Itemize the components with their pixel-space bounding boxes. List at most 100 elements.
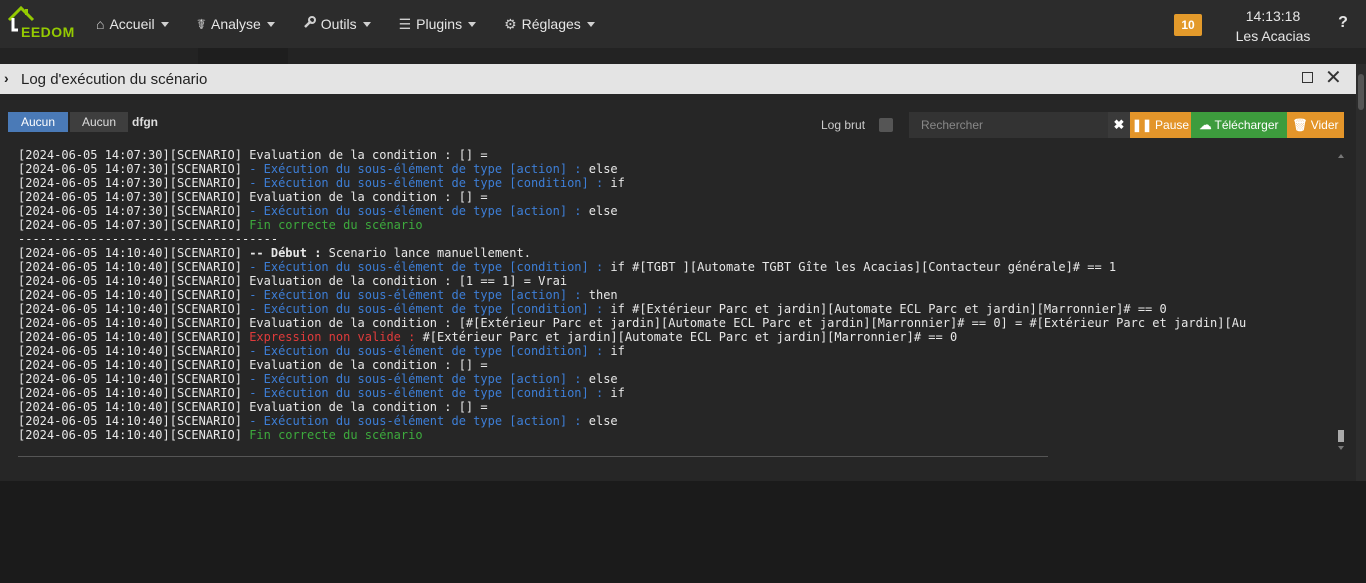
scroll-up-icon[interactable] bbox=[1338, 154, 1344, 158]
log-line: [2024-06-05 14:07:30][SCENARIO] Evaluati… bbox=[18, 190, 1340, 204]
scroll-down-icon[interactable] bbox=[1338, 446, 1344, 450]
menu-outils[interactable]: Outils bbox=[303, 16, 371, 32]
log-segment: - Exécution du sous-élément de type [act… bbox=[249, 372, 582, 386]
log-segment: Expression non valide : bbox=[249, 330, 416, 344]
log-segment: Fin correcte du scénario bbox=[249, 428, 423, 442]
log-line: [2024-06-05 14:07:30][SCENARIO] - Exécut… bbox=[18, 162, 1340, 176]
log-segment: [2024-06-05 14:10:40][SCENARIO] Evaluati… bbox=[18, 400, 488, 414]
menu-accueil[interactable]: ⌂ Accueil bbox=[96, 16, 169, 32]
log-line: [2024-06-05 14:10:40][SCENARIO] - Exécut… bbox=[18, 386, 1340, 400]
log-line: [2024-06-05 14:10:40][SCENARIO] - Exécut… bbox=[18, 414, 1340, 428]
chevron-down-icon bbox=[160, 21, 169, 27]
menu-reglages[interactable]: ⚙ Réglages bbox=[504, 16, 595, 33]
page-scroll-thumb[interactable] bbox=[1358, 74, 1364, 110]
log-segment: [2024-06-05 14:10:40][SCENARIO] bbox=[18, 344, 250, 358]
menu-label: Réglages bbox=[521, 16, 581, 32]
search-input[interactable] bbox=[909, 112, 1108, 138]
log-line: [2024-06-05 14:10:40][SCENARIO] Evaluati… bbox=[18, 358, 1340, 372]
chevron-down-icon bbox=[468, 21, 477, 27]
menu-label: Analyse bbox=[210, 16, 261, 32]
log-segment: [2024-06-05 14:10:40][SCENARIO] bbox=[18, 372, 250, 386]
pause-label: Pause bbox=[1155, 118, 1190, 132]
log-segment: [2024-06-05 14:10:40][SCENARIO] bbox=[18, 302, 250, 316]
log-segment: [2024-06-05 14:10:40][SCENARIO] Evaluati… bbox=[18, 358, 488, 372]
chevron-down-icon bbox=[586, 21, 595, 27]
clock-time: 14:13:18 bbox=[1245, 8, 1301, 24]
log-segment: [2024-06-05 14:10:40][SCENARIO] bbox=[18, 386, 250, 400]
log-line: [2024-06-05 14:10:40][SCENARIO] - Exécut… bbox=[18, 344, 1340, 358]
log-segment: [2024-06-05 14:07:30][SCENARIO] bbox=[18, 162, 250, 176]
notification-badge[interactable]: 10 bbox=[1174, 14, 1202, 36]
chevron-right-icon[interactable]: › bbox=[4, 70, 9, 86]
log-segment: [2024-06-05 14:10:40][SCENARIO] bbox=[18, 414, 250, 428]
log-segment: if bbox=[603, 344, 625, 358]
scenario-log-modal: › Log d'exécution du scénario ✕ Aucun Au… bbox=[0, 64, 1356, 481]
clear-log-label: Vider bbox=[1310, 118, 1339, 132]
menu-analyse[interactable]: ☤ Analyse bbox=[197, 16, 275, 33]
menu-label: Accueil bbox=[109, 16, 155, 32]
log-line: [2024-06-05 14:10:40][SCENARIO] - Exécut… bbox=[18, 302, 1340, 316]
help-icon[interactable]: ? bbox=[1334, 14, 1352, 32]
tasks-icon: ☰ bbox=[398, 15, 412, 32]
log-line: [2024-06-05 14:10:40][SCENARIO] Fin corr… bbox=[18, 428, 1340, 442]
cloud-download-icon: ☁ bbox=[1199, 118, 1212, 132]
log-brut-label: Log brut bbox=[821, 118, 866, 132]
download-button[interactable]: ☁ Télécharger bbox=[1191, 112, 1287, 138]
log-line: [2024-06-05 14:10:40][SCENARIO] Evaluati… bbox=[18, 400, 1340, 414]
log-segment: [2024-06-05 14:10:40][SCENARIO] bbox=[18, 260, 250, 274]
aucun-button-secondary[interactable]: Aucun bbox=[70, 112, 128, 132]
clock: 14:13:18 Les Acacias bbox=[1228, 6, 1318, 46]
log-segment: [2024-06-05 14:10:40][SCENARIO] bbox=[18, 330, 250, 344]
log-line: [2024-06-05 14:07:30][SCENARIO] - Exécut… bbox=[18, 176, 1340, 190]
log-scrollbar[interactable] bbox=[1338, 154, 1346, 454]
page-scrollbar[interactable] bbox=[1356, 64, 1366, 481]
log-segment: [2024-06-05 14:07:30][SCENARIO] bbox=[18, 218, 250, 232]
menu-plugins[interactable]: ☰ Plugins bbox=[398, 15, 477, 33]
log-segment: [2024-06-05 14:10:40][SCENARIO] bbox=[18, 428, 250, 442]
scroll-thumb[interactable] bbox=[1338, 430, 1344, 442]
log-segment: Fin correcte du scénario bbox=[249, 218, 423, 232]
log-brut-checkbox[interactable] bbox=[879, 118, 893, 132]
log-segment: - Exécution du sous-élément de type [con… bbox=[249, 176, 604, 190]
clear-search-button[interactable]: ✖ bbox=[1108, 112, 1130, 138]
chevron-down-icon bbox=[362, 21, 371, 27]
modal-titlebar[interactable]: › Log d'exécution du scénario ✕ bbox=[0, 64, 1356, 94]
log-line: [2024-06-05 14:10:40][SCENARIO] -- Début… bbox=[18, 246, 1340, 260]
close-icon[interactable]: ✕ bbox=[1325, 67, 1342, 89]
log-line: [2024-06-05 14:07:30][SCENARIO] Fin corr… bbox=[18, 218, 1340, 232]
log-segment: [2024-06-05 14:10:40][SCENARIO] bbox=[18, 246, 250, 260]
log-line: [2024-06-05 14:07:30][SCENARIO] - Exécut… bbox=[18, 204, 1340, 218]
log-divider bbox=[18, 456, 1048, 457]
log-segment: - Exécution du sous-élément de type [con… bbox=[249, 260, 604, 274]
log-segment: [2024-06-05 14:07:30][SCENARIO] bbox=[18, 204, 250, 218]
log-segment: -- Début : bbox=[249, 246, 322, 260]
modal-title: Log d'exécution du scénario bbox=[21, 71, 208, 88]
log-segment: else bbox=[581, 162, 618, 176]
clock-location: Les Acacias bbox=[1235, 28, 1311, 44]
clear-log-button[interactable]: 🗑 Vider bbox=[1287, 112, 1344, 138]
log-segment: - Exécution du sous-élément de type [con… bbox=[249, 344, 604, 358]
log-segment: else bbox=[581, 414, 618, 428]
wrench-icon bbox=[303, 16, 316, 32]
log-segment: - Exécution du sous-élément de type [act… bbox=[249, 162, 582, 176]
log-line: [2024-06-05 14:10:40][SCENARIO] Expressi… bbox=[18, 330, 1340, 344]
log-segment: [2024-06-05 14:07:30][SCENARIO] Evaluati… bbox=[18, 190, 488, 204]
stethoscope-icon: ☤ bbox=[196, 15, 206, 32]
log-segment: else bbox=[581, 204, 618, 218]
log-segment: - Exécution du sous-élément de type [act… bbox=[249, 414, 582, 428]
menu-label: Outils bbox=[320, 16, 357, 32]
log-output[interactable]: [2024-06-05 14:07:30][SCENARIO] Evaluati… bbox=[18, 148, 1340, 448]
gear-icon: ⚙ bbox=[504, 15, 517, 32]
menu-label: Plugins bbox=[416, 16, 463, 32]
log-line: [2024-06-05 14:10:40][SCENARIO] - Exécut… bbox=[18, 260, 1340, 274]
aucun-button-primary[interactable]: Aucun bbox=[8, 112, 68, 132]
scenario-tag: dfgn bbox=[132, 115, 158, 129]
log-segment: [2024-06-05 14:10:40][SCENARIO] Evaluati… bbox=[18, 316, 1247, 330]
maximize-icon[interactable] bbox=[1302, 72, 1313, 83]
pause-button[interactable]: ❚❚ Pause bbox=[1130, 112, 1191, 138]
log-segment: - Exécution du sous-élément de type [act… bbox=[249, 288, 582, 302]
download-label: Télécharger bbox=[1214, 118, 1279, 132]
jeedom-logo[interactable]: EEDOM bbox=[6, 4, 78, 44]
log-line: [2024-06-05 14:10:40][SCENARIO] - Exécut… bbox=[18, 288, 1340, 302]
log-segment: if bbox=[603, 176, 625, 190]
